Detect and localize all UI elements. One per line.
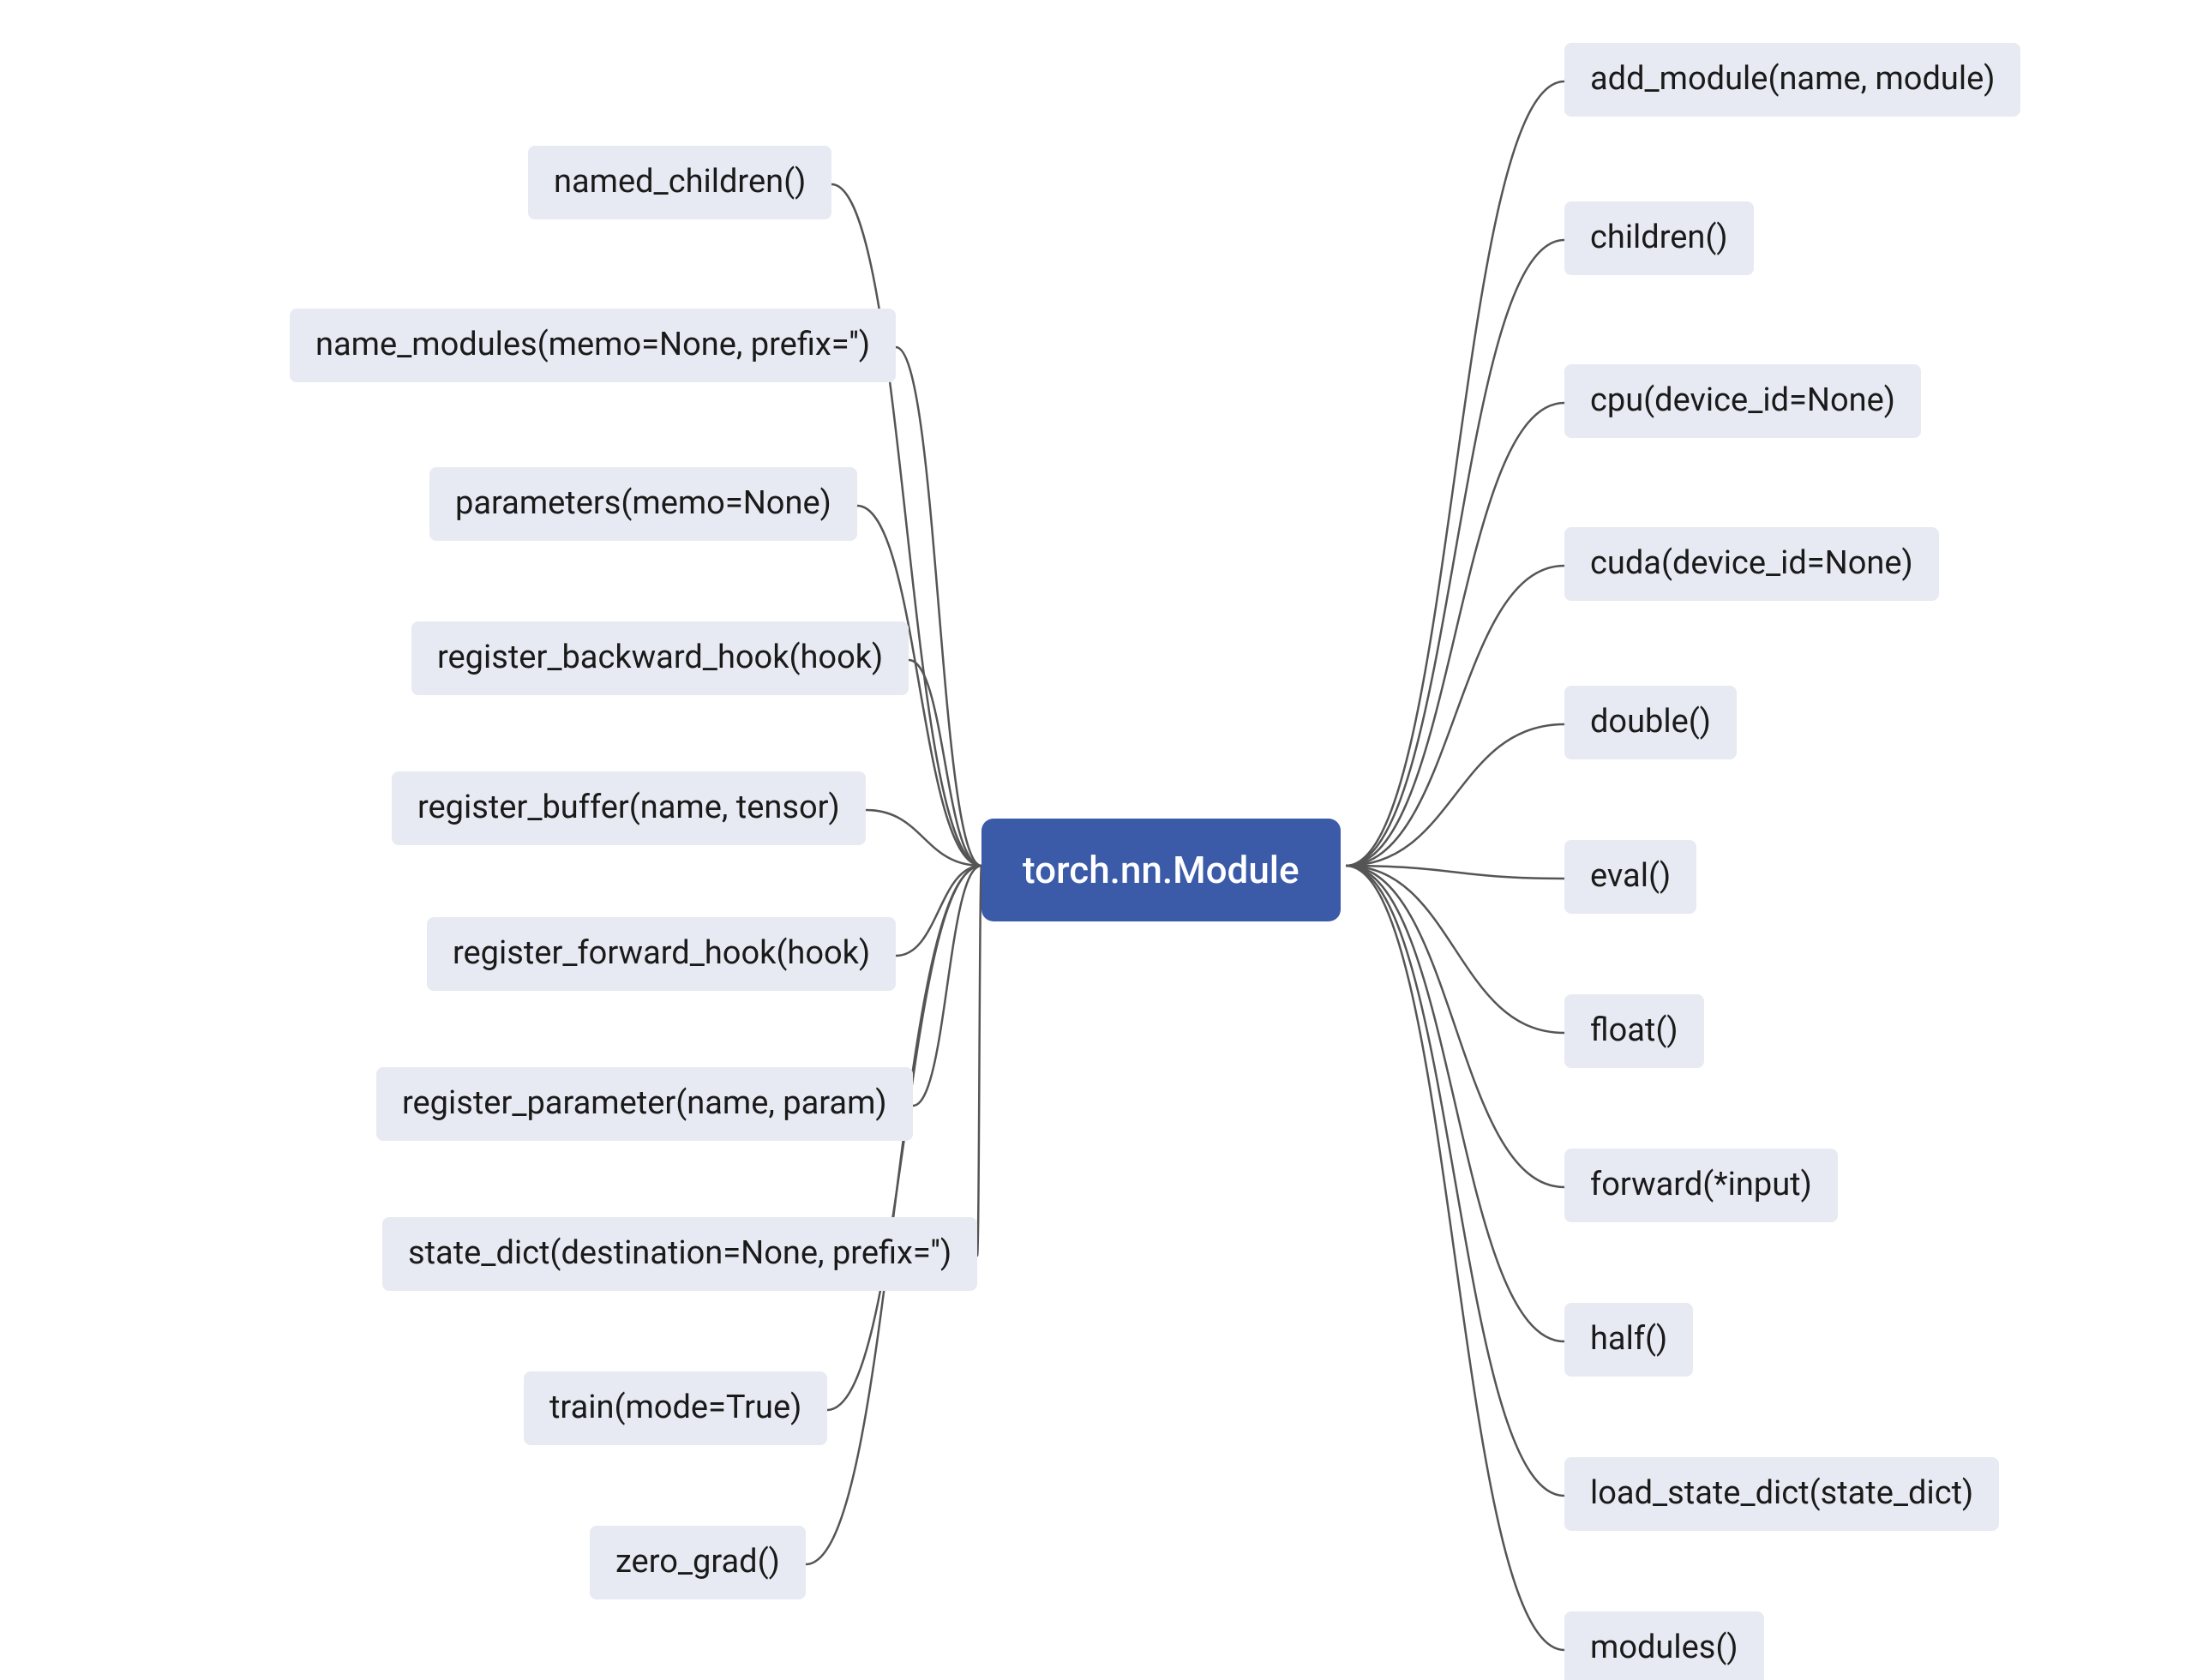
connector-left-3 [909,660,981,866]
left-node-9: zero_grad() [590,1526,806,1599]
connector-right-9 [1346,866,1564,1496]
right-node-2: cpu(device_id=None) [1564,364,1921,438]
right-node-9: load_state_dict(state_dict) [1564,1457,1999,1531]
right-node-3: cuda(device_id=None) [1564,527,1939,601]
left-node-5: register_forward_hook(hook) [427,917,896,991]
right-node-6: float() [1564,994,1704,1068]
right-node-8: half() [1564,1303,1693,1377]
left-node-2: parameters(memo=None) [429,467,857,541]
connector-left-5 [896,866,981,956]
connector-right-5 [1346,866,1564,879]
connector-right-3 [1346,566,1564,866]
connector-right-6 [1346,866,1564,1033]
right-node-5: eval() [1564,840,1696,914]
left-node-4: register_buffer(name, tensor) [392,771,866,845]
connector-left-4 [866,810,981,866]
right-node-10: modules() [1564,1611,1764,1680]
left-node-0: named_children() [528,146,831,219]
left-node-8: train(mode=True) [524,1371,827,1445]
connector-left-1 [896,347,981,866]
connector-right-0 [1346,81,1564,866]
left-node-3: register_backward_hook(hook) [411,621,909,695]
left-node-7: state_dict(destination=None, prefix='') [382,1217,977,1291]
right-node-0: add_module(name, module) [1564,43,2020,117]
connector-left-7 [977,866,981,1256]
right-node-1: children() [1564,201,1754,275]
connector-right-4 [1346,724,1564,866]
connector-right-8 [1346,866,1564,1341]
connector-right-10 [1346,866,1564,1650]
right-node-7: forward(*input) [1564,1149,1838,1222]
connector-right-7 [1346,866,1564,1187]
left-node-1: name_modules(memo=None, prefix='') [290,309,896,382]
right-node-4: double() [1564,686,1737,759]
connector-right-1 [1346,240,1564,866]
connector-right-2 [1346,403,1564,866]
left-node-6: register_parameter(name, param) [376,1067,913,1141]
connector-left-6 [913,866,981,1106]
center-node: torch.nn.Module [981,819,1341,921]
